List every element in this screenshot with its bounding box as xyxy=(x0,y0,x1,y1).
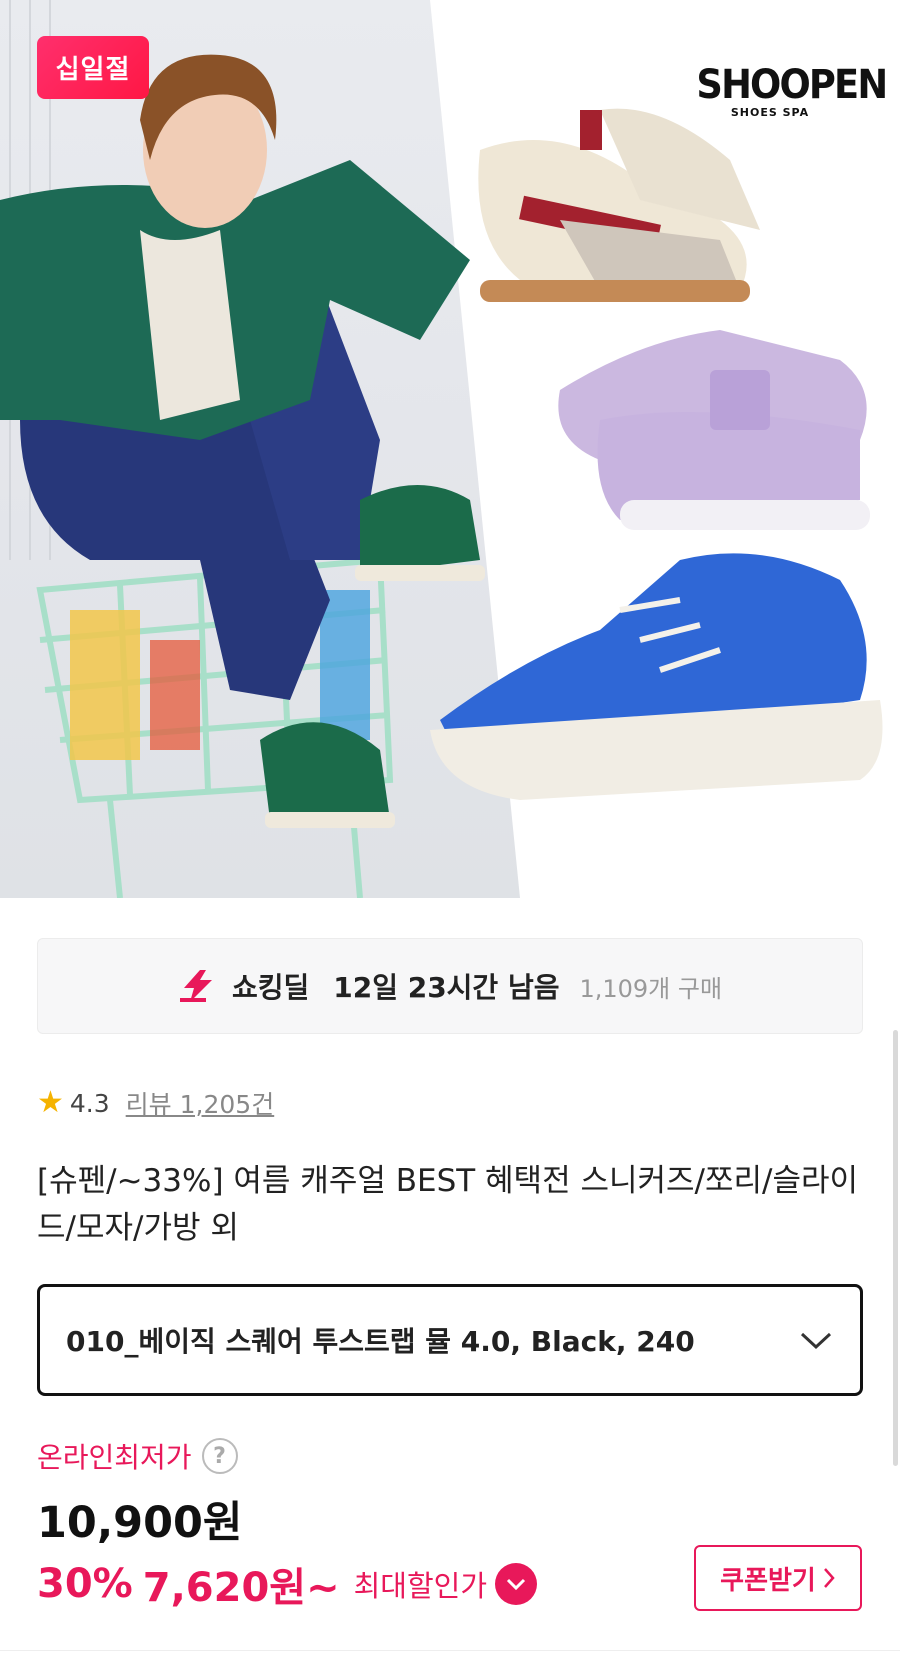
sale-price: 7,620원~ xyxy=(142,1565,340,1611)
chevron-right-icon xyxy=(823,1568,835,1588)
rating-value: 4.3 xyxy=(69,1088,110,1118)
scrollbar[interactable] xyxy=(893,1030,898,1466)
hero-illustration xyxy=(0,0,900,898)
lowest-price-row: 온라인최저가 ? xyxy=(37,1436,238,1476)
coupon-button[interactable]: 쿠폰받기 xyxy=(694,1545,862,1611)
coupon-button-label: 쿠폰받기 xyxy=(720,1565,816,1596)
divider xyxy=(0,1650,900,1651)
lowest-price-label: 온라인최저가 xyxy=(37,1441,192,1474)
discount-rate: 30% xyxy=(37,1561,133,1607)
event-badge: 십일절 xyxy=(37,36,149,99)
deal-name: 쇼킹딜 xyxy=(231,971,310,1004)
question-circle-icon[interactable]: ? xyxy=(201,1438,238,1474)
option-select[interactable]: 010_베이직 스퀘어 투스트랩 뮬 4.0, Black, 240 xyxy=(37,1284,863,1396)
max-discount-label[interactable]: 최대할인가 xyxy=(354,1563,487,1605)
chevron-down-circle-icon[interactable] xyxy=(495,1563,537,1605)
brand-name: SHOOPEN xyxy=(696,62,888,108)
purchase-count: 1,109개 구매 xyxy=(579,974,723,1003)
product-title: [슈펜/~33%] 여름 캐주얼 BEST 혜택전 스니커즈/쪼리/슬라이드/모… xyxy=(37,1163,859,1246)
selected-option: 010_베이직 스퀘어 투스트랩 뮬 4.0, Black, 240 xyxy=(66,1325,695,1358)
star-icon: ★ xyxy=(37,1085,64,1120)
deal-time-left: 12일 23시간 남음 xyxy=(333,971,560,1004)
chevron-down-icon xyxy=(800,1332,832,1350)
lightning-icon xyxy=(179,970,212,1002)
sale-price-row: 30% 7,620원~ 최대할인가 xyxy=(37,1555,537,1613)
rating-row: ★ 4.3 리뷰 1,205건 xyxy=(37,1085,274,1121)
review-count-link[interactable]: 리뷰 1,205건 xyxy=(126,1085,275,1121)
original-price: 10,900원 xyxy=(37,1498,243,1548)
shocking-deal-bar: 쇼킹딜 12일 23시간 남음 1,109개 구매 xyxy=(37,938,863,1034)
product-hero-image[interactable]: 십일절 SHOOPEN SHOES SPA xyxy=(0,0,900,898)
brand-logo: SHOOPEN SHOES SPA xyxy=(690,62,888,119)
